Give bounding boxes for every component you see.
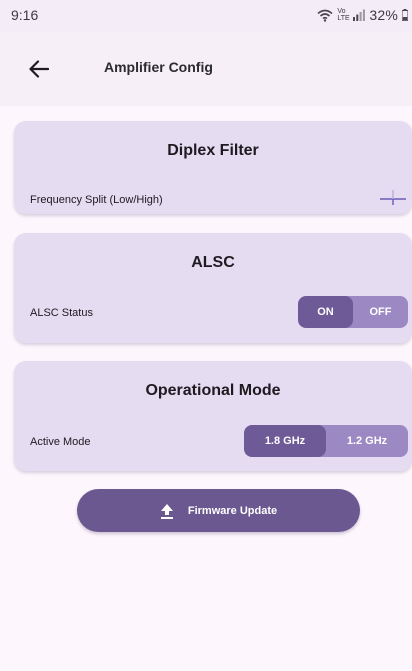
firmware-update-label: Firmware Update [187,504,278,517]
status-time: 9:16 [11,7,39,23]
arrow-left-icon [29,60,49,78]
battery-icon [402,9,408,21]
status-bar: 9:16 Vo LTE 32% [0,0,412,32]
back-button[interactable] [24,54,54,84]
slider-icon[interactable] [379,187,407,209]
app-bar: Amplifier Config [0,32,412,106]
alsc-title: ALSC [191,254,235,271]
alsc-card: ALSC ALSC Status ON OFF [14,233,412,343]
mode-option-1-2ghz[interactable]: 1.2 GHz [326,425,408,457]
alsc-toggle: ON OFF [298,296,408,328]
firmware-update-button[interactable]: Firmware Update [77,489,360,532]
operational-mode-title: Operational Mode [145,382,281,399]
alsc-off-option[interactable]: OFF [353,296,408,328]
battery-level: 32% [369,7,398,23]
operational-mode-card: Operational Mode Active Mode 1.8 GHz 1.2… [14,361,412,471]
mode-option-1-8ghz[interactable]: 1.8 GHz [244,425,326,457]
status-icons: Vo LTE 32% [317,7,408,23]
alsc-on-option[interactable]: ON [298,296,353,328]
wifi-icon [317,9,333,22]
active-mode-label: Active Mode [30,436,91,448]
diplex-filter-title: Diplex Filter [167,142,259,159]
signal-icon [353,9,366,21]
active-mode-toggle: 1.8 GHz 1.2 GHz [244,425,408,457]
diplex-filter-card: Diplex Filter Frequency Split (Low/High) [14,121,412,214]
frequency-split-label: Frequency Split (Low/High) [30,194,163,206]
alsc-status-label: ALSC Status [30,307,93,319]
page-title: Amplifier Config [104,59,213,75]
network-type-label: Vo LTE [337,8,350,22]
upload-icon [160,503,173,519]
